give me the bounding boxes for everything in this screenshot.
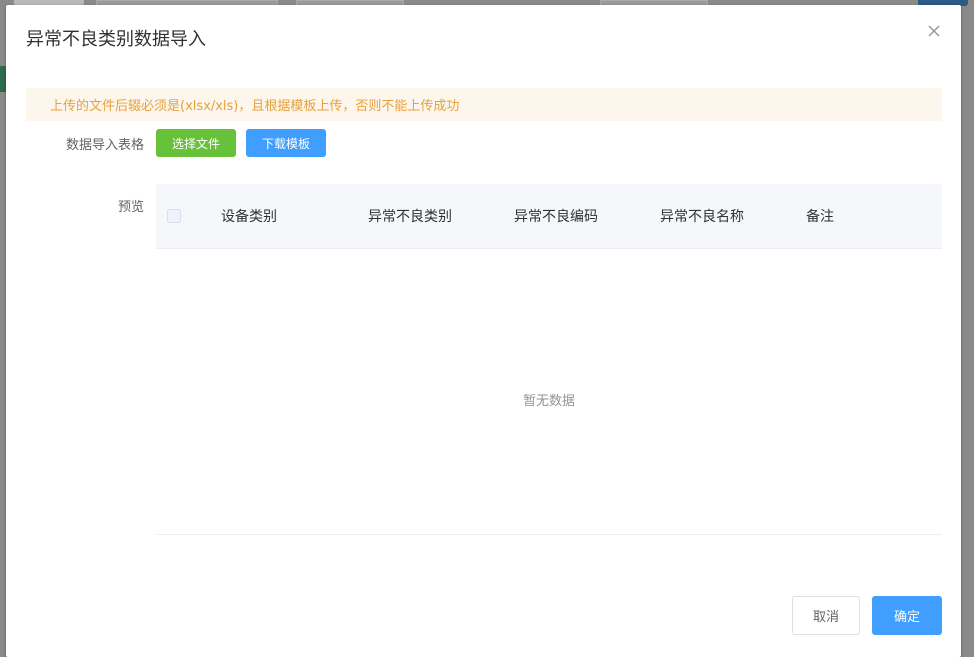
column-header-abnormal-name: 异常不良名称 (660, 209, 744, 225)
dialog-title: 异常不良类别数据导入 (26, 29, 206, 50)
column-header-abnormal-code: 异常不良编码 (514, 209, 598, 225)
select-all-checkbox[interactable] (167, 209, 181, 223)
column-header-equipment-category: 设备类别 (221, 209, 277, 225)
empty-placeholder: 暂无数据 (522, 394, 575, 409)
preview-label: 预览 (117, 200, 144, 215)
warning-alert: 上传的文件后辍必须是(xlsx/xls)，且根据模板上传，否则不能上传成功 (26, 88, 942, 121)
import-dialog: 异常不良类别数据导入 上传的文件后辍必须是(xlsx/xls)，且根据模板上传，… (6, 5, 961, 657)
close-button[interactable] (927, 24, 943, 40)
preview-table: 设备类别 异常不良类别 异常不良编码 异常不良名称 备注 暂无数据 (156, 184, 942, 535)
download-template-button[interactable]: 下载模板 (246, 129, 326, 157)
column-header-abnormal-category: 异常不良类别 (368, 209, 452, 225)
select-file-button[interactable]: 选择文件 (156, 129, 236, 157)
import-table-label: 数据导入表格 (65, 138, 144, 153)
column-header-remark: 备注 (806, 209, 834, 225)
confirm-button[interactable]: 确定 (872, 596, 942, 635)
cancel-button[interactable]: 取消 (792, 596, 860, 635)
table-header: 设备类别 异常不良类别 异常不良编码 异常不良名称 备注 (156, 184, 942, 249)
alert-text: 上传的文件后辍必须是(xlsx/xls)，且根据模板上传，否则不能上传成功 (50, 99, 460, 114)
close-icon (928, 25, 940, 37)
